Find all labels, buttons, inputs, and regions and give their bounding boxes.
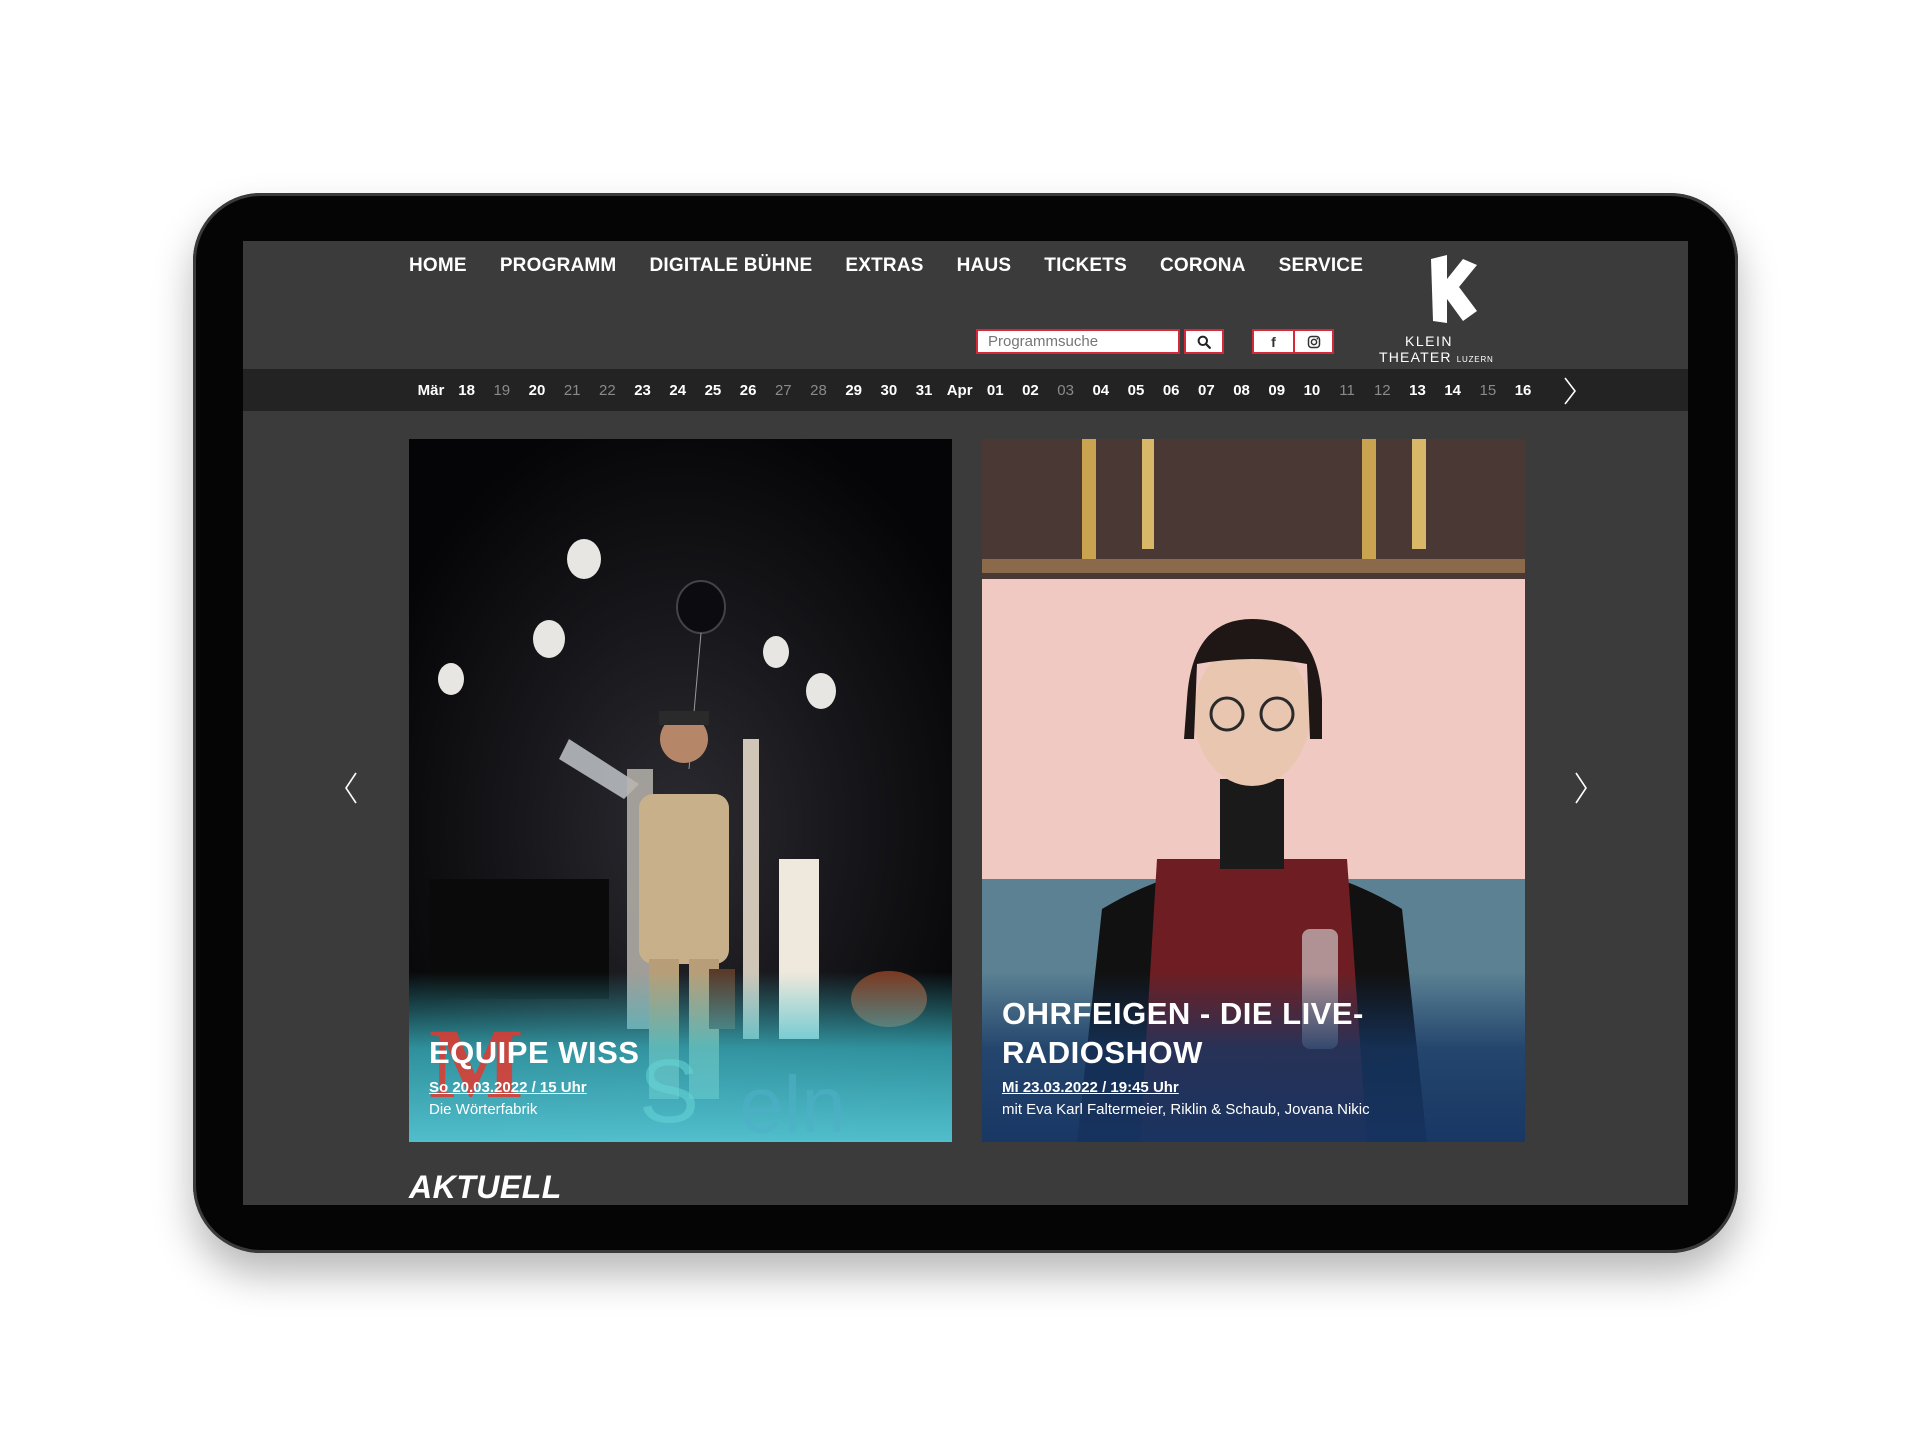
search-icon bbox=[1197, 335, 1211, 349]
main-navigation: HOME PROGRAMM DIGITALE BÜHNE EXTRAS HAUS… bbox=[409, 255, 1363, 277]
nav-corona[interactable]: CORONA bbox=[1160, 255, 1246, 277]
date-strip-day[interactable]: 14 bbox=[1435, 382, 1470, 399]
nav-home[interactable]: HOME bbox=[409, 255, 467, 277]
date-strip-day[interactable]: 31 bbox=[906, 382, 941, 399]
date-strip-day[interactable]: 22 bbox=[590, 382, 625, 399]
date-strip-day[interactable]: 03 bbox=[1048, 382, 1083, 399]
date-strip-day[interactable]: 13 bbox=[1400, 382, 1435, 399]
card-title: OHRFEIGEN - DIE LIVE- RADIOSHOW bbox=[1002, 996, 1364, 1070]
card-subtitle: mit Eva Karl Faltermeier, Riklin & Schau… bbox=[1002, 1101, 1370, 1118]
date-strip-day[interactable]: 26 bbox=[731, 382, 766, 399]
date-strip-day[interactable]: 09 bbox=[1259, 382, 1294, 399]
nav-service[interactable]: SERVICE bbox=[1279, 255, 1363, 277]
slider-prev-arrow[interactable] bbox=[343, 771, 359, 805]
card-title: EQUIPE WISS bbox=[429, 1035, 640, 1070]
date-strip-day[interactable]: 01 bbox=[978, 382, 1013, 399]
klein-theater-logo[interactable]: KLEIN THEATER LUZERN bbox=[1377, 253, 1497, 365]
nav-extras[interactable]: EXTRAS bbox=[845, 255, 923, 277]
logo-text-klein: KLEIN bbox=[1405, 333, 1453, 349]
tablet-frame: HOME PROGRAMM DIGITALE BÜHNE EXTRAS HAUS… bbox=[193, 193, 1738, 1253]
date-strip-day[interactable]: 18 bbox=[449, 382, 484, 399]
date-strip-day[interactable]: 02 bbox=[1013, 382, 1048, 399]
date-strip-day[interactable]: 06 bbox=[1154, 382, 1189, 399]
date-strip-day[interactable]: 04 bbox=[1083, 382, 1118, 399]
program-search bbox=[976, 329, 1224, 354]
date-strip-day[interactable]: 20 bbox=[519, 382, 554, 399]
section-heading-aktuell: AKTUELL bbox=[409, 1169, 562, 1205]
date-strip-day[interactable]: 23 bbox=[625, 382, 660, 399]
nav-digitale-buehne[interactable]: DIGITALE BÜHNE bbox=[649, 255, 812, 277]
date-strip-day[interactable]: 10 bbox=[1294, 382, 1329, 399]
search-button[interactable] bbox=[1184, 329, 1224, 354]
card-date-link[interactable]: So 20.03.2022 / 15 Uhr bbox=[429, 1079, 587, 1096]
date-strip-day[interactable]: 15 bbox=[1470, 382, 1505, 399]
slider-next-arrow[interactable] bbox=[1573, 771, 1589, 805]
date-strip-day[interactable]: 16 bbox=[1505, 382, 1540, 399]
nav-programm[interactable]: PROGRAMM bbox=[500, 255, 617, 277]
date-strip-day[interactable]: 30 bbox=[871, 382, 906, 399]
date-strip: Mär 18 19 20 21 22 23 24 25 26 27 28 29 30 31 Apr 01 02 03… bbox=[243, 369, 1688, 411]
logo-text-theater: THEATER LUZERN bbox=[1379, 349, 1494, 365]
social-links: f bbox=[1252, 329, 1334, 354]
date-strip-day[interactable]: 08 bbox=[1224, 382, 1259, 399]
instagram-icon[interactable] bbox=[1293, 331, 1332, 352]
svg-text:eln: eln bbox=[739, 1060, 846, 1142]
website-screen: HOME PROGRAMM DIGITALE BÜHNE EXTRAS HAUS… bbox=[243, 241, 1688, 1205]
date-strip-day[interactable]: 07 bbox=[1189, 382, 1224, 399]
nav-tickets[interactable]: TICKETS bbox=[1044, 255, 1127, 277]
facebook-icon[interactable]: f bbox=[1254, 331, 1293, 352]
date-strip-day[interactable]: 27 bbox=[766, 382, 801, 399]
card-subtitle: Die Wörterfabrik bbox=[429, 1101, 538, 1118]
date-strip-day[interactable]: 28 bbox=[801, 382, 836, 399]
card-date-link[interactable]: Mi 23.03.2022 / 19:45 Uhr bbox=[1002, 1079, 1179, 1096]
date-strip-month: Apr bbox=[946, 381, 973, 399]
date-strip-day[interactable]: 05 bbox=[1118, 382, 1153, 399]
date-strip-day[interactable]: 21 bbox=[555, 382, 590, 399]
search-input[interactable] bbox=[976, 329, 1180, 354]
chevron-right-icon[interactable] bbox=[1562, 376, 1578, 406]
event-card-equipe-wiss[interactable]: M S eln EQUIPE WISS So 20.03.2022 / 15 U… bbox=[409, 439, 952, 1142]
svg-text:S: S bbox=[639, 1042, 699, 1142]
date-strip-day[interactable]: 24 bbox=[660, 382, 695, 399]
nav-haus[interactable]: HAUS bbox=[957, 255, 1012, 277]
event-card-ohrfeigen[interactable]: OHRFEIGEN - DIE LIVE- RADIOSHOW Mi 23.03… bbox=[982, 439, 1525, 1142]
date-strip-day[interactable]: 19 bbox=[484, 382, 519, 399]
date-strip-day[interactable]: 12 bbox=[1365, 382, 1400, 399]
date-strip-day[interactable]: 29 bbox=[836, 382, 871, 399]
date-strip-day[interactable]: 25 bbox=[695, 382, 730, 399]
date-strip-day[interactable]: 11 bbox=[1330, 382, 1365, 399]
date-strip-month: Mär bbox=[417, 381, 445, 399]
k-logo-mark bbox=[1431, 255, 1477, 323]
